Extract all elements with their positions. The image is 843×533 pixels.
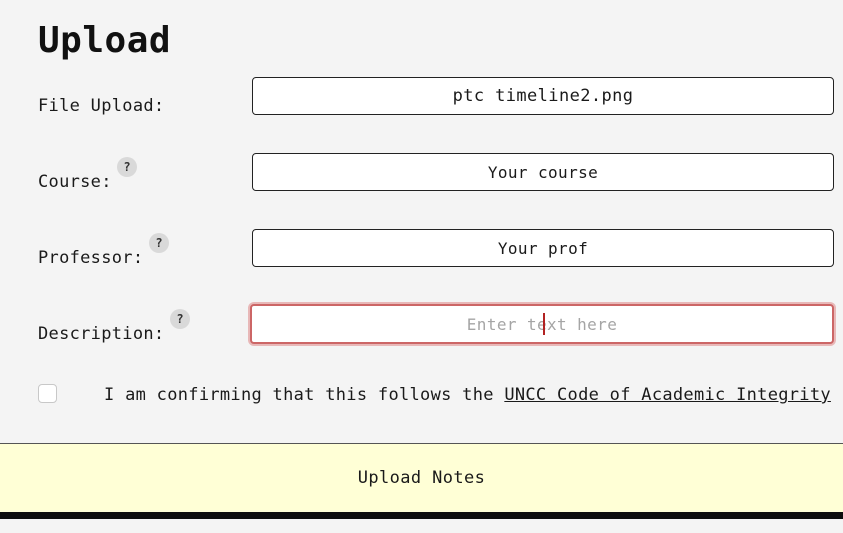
text-caret [542,312,545,335]
description-input[interactable]: Enter te xt here [250,304,834,344]
description-label: Description: [38,324,165,344]
bottom-bar [0,512,843,519]
file-upload-label: File Upload: [38,96,165,116]
professor-help-icon[interactable]: ? [149,233,169,253]
professor-input[interactable]: Your prof [252,229,834,267]
integrity-checkbox[interactable] [38,384,57,403]
file-upload-value: ptc timeline2.png [452,86,634,106]
description-placeholder-start: Enter te [466,314,548,334]
description-placeholder-end: xt here [547,314,618,334]
upload-notes-label: Upload Notes [357,468,486,488]
description-placeholder: Enter te xt here [466,312,618,335]
academic-integrity-link[interactable]: UNCC Code of Academic Integrity [504,385,831,405]
upload-page: Upload File Upload: ptc timeline2.png Co… [0,0,843,533]
bottom-strip [0,519,843,533]
file-upload-field[interactable]: ptc timeline2.png [252,77,834,115]
course-input[interactable]: Your course [252,153,834,191]
professor-value: Your prof [497,238,589,258]
upload-notes-button[interactable]: Upload Notes [0,444,843,512]
course-label: Course: [38,172,112,192]
description-help-icon[interactable]: ? [170,309,190,329]
course-value: Your course [487,162,599,182]
integrity-confirmation: I am confirming that this follows the UN… [104,385,831,405]
integrity-confirmation-text: I am confirming that this follows the [104,385,505,405]
professor-label: Professor: [38,248,144,268]
course-help-icon[interactable]: ? [117,157,137,177]
page-title: Upload [38,20,172,61]
